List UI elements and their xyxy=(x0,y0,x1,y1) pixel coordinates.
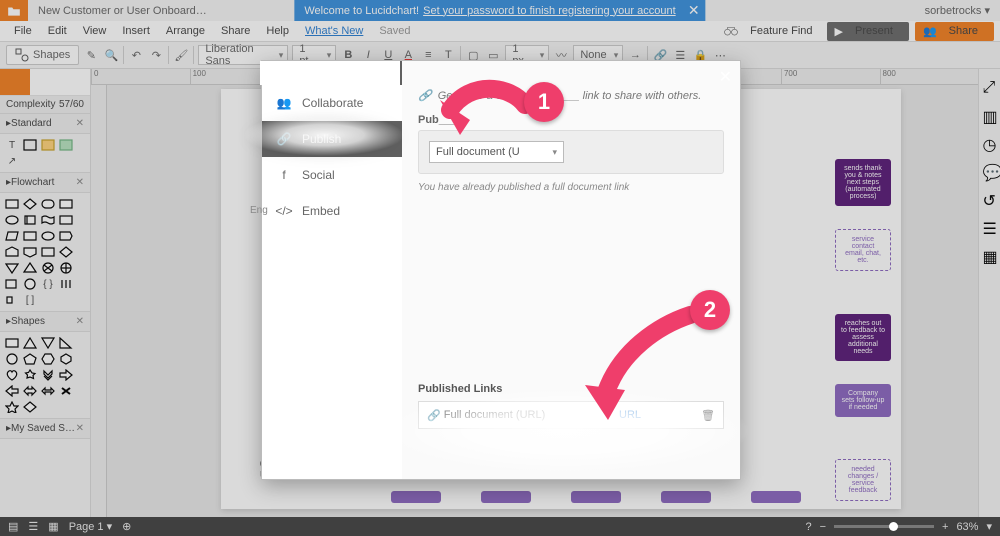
sidebar-item-label: Social xyxy=(302,168,335,182)
link-icon: 🔗 xyxy=(427,409,441,422)
hint-text: Generate a continuous_____ link to share… xyxy=(438,90,702,102)
zoom-value[interactable]: 63% xyxy=(956,521,978,533)
trash-icon[interactable]: 🗑 xyxy=(701,409,715,422)
people-icon: 👥 xyxy=(276,95,292,111)
thumb-view-icon[interactable]: ▦ xyxy=(48,520,58,533)
facebook-icon: f xyxy=(276,167,292,183)
sidebar-item-collaborate[interactable]: 👥 Collaborate xyxy=(262,85,402,121)
chevron-down-icon[interactable]: ▾ xyxy=(986,520,992,533)
help-icon[interactable]: ? xyxy=(805,521,811,533)
zoom-out-icon[interactable]: − xyxy=(820,521,826,533)
link-icon: 🔗 xyxy=(276,131,292,147)
sidebar-item-embed[interactable]: </> Embed xyxy=(262,193,402,229)
published-links-header: Published Links xyxy=(418,383,724,395)
zoom-in-icon[interactable]: + xyxy=(942,521,948,533)
page-selector[interactable]: Page 1 ▾ xyxy=(69,520,112,533)
sidebar-item-publish[interactable]: 🔗 Publish xyxy=(262,121,402,157)
sidebar-item-label: Publish xyxy=(302,132,341,146)
publish-scope-select[interactable]: Full document (U xyxy=(429,141,564,163)
zoom-slider[interactable] xyxy=(834,525,934,528)
code-icon: </> xyxy=(276,203,292,219)
dialog-close-icon[interactable]: ✕ xyxy=(719,67,732,87)
list-view-icon[interactable]: ☰ xyxy=(28,520,38,533)
dialog-body: 🔗 Generate a continuous_____ link to sha… xyxy=(402,61,740,479)
sidebar-item-social[interactable]: f Social xyxy=(262,157,402,193)
publish-box: Full document (U xyxy=(418,130,724,174)
add-page-icon[interactable]: ⊕ xyxy=(122,520,131,533)
sidebar-item-label: Collaborate xyxy=(302,96,363,110)
link-icon: 🔗 xyxy=(418,89,432,102)
publish-label: Pub___ xyxy=(418,114,457,126)
callout-badge-2: 2 xyxy=(690,290,730,330)
truncated-text: Eng xyxy=(250,205,268,216)
sidebar-item-label: Embed xyxy=(302,204,340,218)
publish-dialog: ✕ 👥 Collaborate 🔗 Publish f Social </> E… xyxy=(261,60,741,480)
link-url[interactable]: URL xyxy=(619,409,641,421)
grid-view-icon[interactable]: ▤ xyxy=(8,520,18,533)
dialog-sidebar: 👥 Collaborate 🔗 Publish f Social </> Emb… xyxy=(262,61,402,479)
status-bar: ▤ ☰ ▦ Page 1 ▾ ⊕ ? − + 63% ▾ xyxy=(0,517,1000,536)
already-published-text: You have already published a full docume… xyxy=(418,182,724,193)
publish-hint: 🔗 Generate a continuous_____ link to sha… xyxy=(418,89,724,102)
link-label: Full document (URL) xyxy=(444,409,545,421)
published-link-row: 🔗 Full document (URL) URL 🗑 xyxy=(418,401,724,429)
callout-badge-1: 1 xyxy=(524,82,564,122)
